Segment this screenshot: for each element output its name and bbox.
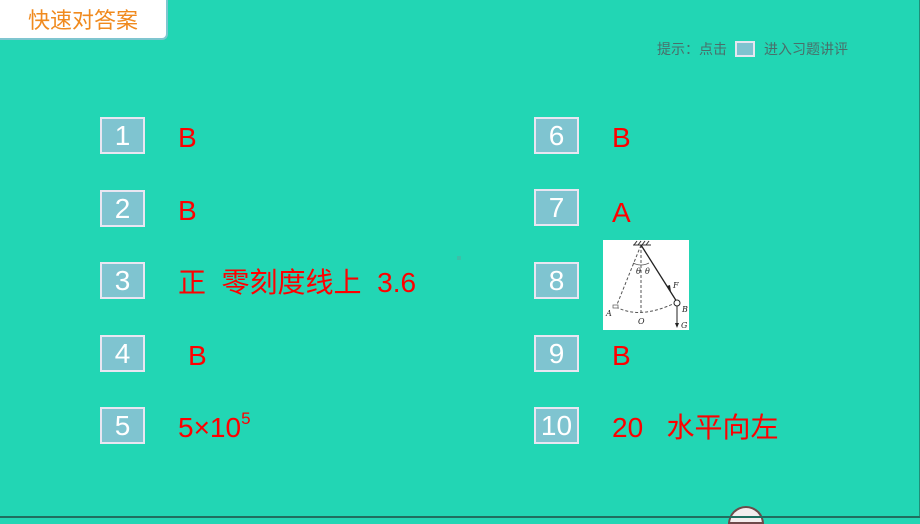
question-button-9[interactable]: 9 <box>534 335 579 372</box>
swing-arc <box>615 301 678 313</box>
question-button-2[interactable]: 2 <box>100 190 145 227</box>
question-button-6[interactable]: 6 <box>534 117 579 154</box>
answer-5-base: 5×10 <box>178 412 242 443</box>
ball-a <box>612 304 619 309</box>
answer-5-exponent: 5 <box>241 409 251 428</box>
ball-b <box>673 299 681 307</box>
answer-1: B <box>178 122 197 153</box>
question-button-10[interactable]: 10 <box>534 407 579 444</box>
answer-7: A <box>612 197 631 228</box>
answer-5: 5×105 <box>178 410 251 443</box>
pendulum-figure: θ θ F A O B G <box>605 240 688 330</box>
gravity-label: G <box>681 321 688 330</box>
hint-suffix: 进入习题讲评 <box>764 42 848 58</box>
answer-3: 正 零刻度线上 3.6 <box>178 267 417 298</box>
point-b-label: B <box>681 305 688 314</box>
string-to-a <box>615 244 642 308</box>
answer-10: 20 水平向左 <box>612 412 779 443</box>
force-label: F <box>672 281 679 290</box>
ceiling-hatch-icon <box>633 240 651 246</box>
point-o-label: O <box>638 317 645 326</box>
question-button-3[interactable]: 3 <box>100 262 145 299</box>
question-button-1[interactable]: 1 <box>100 117 145 154</box>
question-button-7[interactable]: 7 <box>534 189 579 226</box>
answer-6: B <box>612 122 631 153</box>
question-button-5[interactable]: 5 <box>100 407 145 444</box>
point-a-label: A <box>605 309 612 318</box>
hint-bar: 提示：点击 进入习题讲评 <box>657 38 848 60</box>
force-arrow-icon <box>667 285 671 292</box>
decorative-dot <box>457 256 461 260</box>
theta-label-left: θ <box>636 267 641 276</box>
question-button-swatch-icon <box>735 41 755 57</box>
gravity-arrow-icon <box>675 323 679 328</box>
angle-arc <box>632 262 650 266</box>
page-title: 快速对答案 <box>0 0 168 40</box>
answer-2: B <box>178 195 197 226</box>
answer-8-pendulum-diagram: θ θ F A O B G <box>603 240 689 330</box>
theta-label-right: θ <box>645 267 650 276</box>
answer-4: B <box>188 340 207 371</box>
question-button-8[interactable]: 8 <box>534 262 579 299</box>
answer-9: B <box>612 340 631 371</box>
mascot-icon <box>728 506 764 524</box>
question-button-4[interactable]: 4 <box>100 335 145 372</box>
hint-prefix: 提示：点击 <box>657 42 727 58</box>
